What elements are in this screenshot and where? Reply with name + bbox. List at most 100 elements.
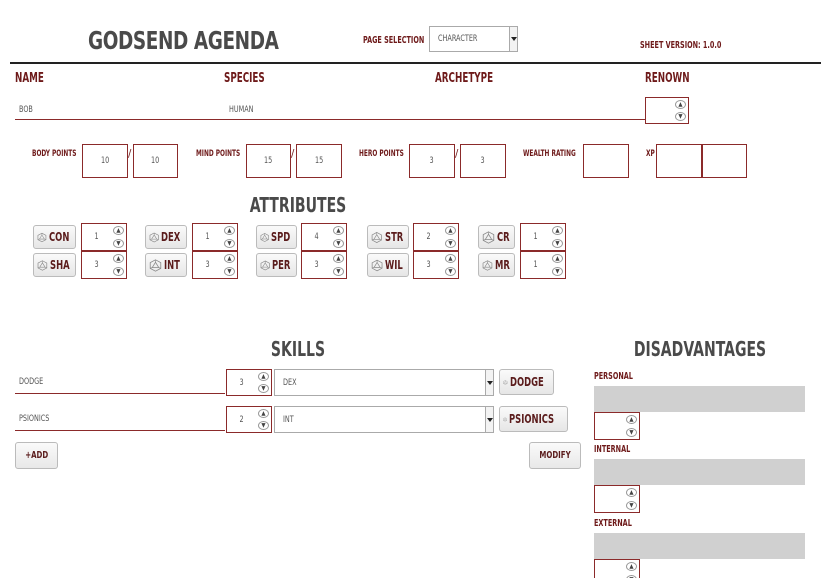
roll-per-button[interactable]: PER [256, 253, 297, 277]
modify-skills-button[interactable]: MODIFY [529, 442, 581, 469]
chevron-down-icon[interactable]: ▼ [113, 267, 124, 276]
attribute-sha-stepper[interactable]: 3 ▲ ▼ [81, 251, 127, 279]
attribute-str-stepper[interactable]: 2 ▲ ▼ [413, 223, 459, 251]
chevron-down-icon[interactable]: ▼ [224, 267, 235, 276]
attribute-con-stepper[interactable]: 1 ▲ ▼ [81, 223, 127, 251]
mind-points-max[interactable]: 15 [296, 144, 342, 178]
chevron-up-icon[interactable]: ▲ [333, 226, 344, 235]
species-field[interactable]: HUMAN [225, 100, 435, 120]
attribute-per-stepper[interactable]: 3 ▲ ▼ [301, 251, 347, 279]
chevron-up-icon[interactable]: ▲ [675, 100, 686, 109]
chevron-down-icon[interactable]: ▼ [333, 239, 344, 248]
disadvantage-internal-field[interactable] [594, 459, 805, 485]
chevron-down-icon[interactable]: ▼ [258, 384, 269, 393]
chevron-down-icon[interactable]: ▼ [333, 267, 344, 276]
chevron-up-icon[interactable]: ▲ [224, 254, 235, 263]
chevron-down-icon[interactable]: ▼ [626, 501, 637, 510]
skill-name-field[interactable]: DODGE [15, 369, 225, 394]
chevron-up-icon[interactable]: ▲ [626, 415, 637, 424]
disadvantage-external-label: EXTERNAL [594, 518, 632, 529]
chevron-up-icon[interactable]: ▲ [626, 562, 637, 571]
mind-points-current[interactable]: 15 [246, 144, 291, 178]
attribute-label: STR [384, 230, 403, 244]
attribute-sha-stepper-value: 3 [94, 260, 100, 270]
app-title: GODSEND AGENDA [88, 26, 279, 55]
hero-points-current-value: 3 [429, 156, 435, 166]
chevron-up-icon[interactable]: ▲ [224, 226, 235, 235]
roll-wil-button[interactable]: WIL [367, 253, 409, 277]
chevron-down-icon[interactable]: ▼ [552, 267, 563, 276]
chevron-up-icon[interactable]: ▲ [552, 226, 563, 235]
disadvantage-personal-field[interactable] [594, 386, 805, 412]
chevron-up-icon[interactable]: ▲ [113, 226, 124, 235]
roll-mr-button[interactable]: MR [478, 253, 515, 277]
body-points-current[interactable]: 10 [82, 144, 128, 178]
skill-attribute-dropdown[interactable]: INT [274, 406, 494, 433]
chevron-down-icon[interactable]: ▼ [445, 239, 456, 248]
chevron-up-icon[interactable]: ▲ [113, 254, 124, 263]
chevron-down-icon[interactable]: ▼ [675, 112, 686, 121]
disadvantages-title: DISADVANTAGES [633, 337, 767, 361]
roll-str-button[interactable]: STR [367, 225, 409, 249]
chevron-up-icon[interactable]: ▲ [626, 488, 637, 497]
page-selection-label: PAGE SELECTION [363, 35, 425, 46]
skill-name-field[interactable]: PSIONICS [15, 406, 225, 431]
archetype-field[interactable] [435, 100, 645, 120]
xp-max[interactable] [702, 144, 747, 178]
chevron-down-icon[interactable]: ▼ [113, 239, 124, 248]
chevron-down-icon[interactable]: ▼ [445, 267, 456, 276]
wealth-rating-field[interactable] [583, 144, 629, 178]
chevron-down-icon[interactable]: ▼ [224, 239, 235, 248]
attribute-cr-stepper[interactable]: 1 ▲ ▼ [520, 223, 566, 251]
skill-dodge-stepper[interactable]: 3 ▲ ▼ [226, 369, 272, 396]
archetype-label: ARCHETYPE [435, 71, 494, 86]
chevron-up-icon[interactable]: ▲ [445, 254, 456, 263]
roll-psionics-button[interactable]: PSIONICS [499, 406, 568, 432]
attribute-dex-stepper[interactable]: 1 ▲ ▼ [192, 223, 238, 251]
name-field[interactable]: BOB [15, 100, 225, 120]
attribute-label: DEX [161, 230, 181, 244]
attribute-label: SHA [49, 258, 70, 272]
roll-int-button[interactable]: INT [145, 253, 187, 277]
attribute-mr-stepper[interactable]: 1 ▲ ▼ [520, 251, 566, 279]
body-points-max[interactable]: 10 [133, 144, 178, 178]
chevron-up-icon[interactable]: ▲ [258, 409, 269, 418]
chevron-down-icon[interactable]: ▼ [626, 428, 637, 437]
chevron-up-icon[interactable]: ▲ [333, 254, 344, 263]
roll-con-button[interactable]: CON [33, 225, 76, 249]
hero-points-max[interactable]: 3 [460, 144, 506, 178]
roll-dex-button[interactable]: DEX [145, 225, 187, 249]
renown-label: RENOWN [645, 71, 690, 86]
xp-current[interactable] [656, 144, 702, 178]
roll-dodge-button[interactable]: DODGE [499, 369, 554, 395]
disadvantage-personal-label: PERSONAL [594, 371, 633, 382]
roll-cr-button[interactable]: CR [478, 225, 515, 249]
add-skill-button[interactable]: +ADD [15, 442, 58, 469]
disadvantage-internal-stepper[interactable]: ▲ ▼ [594, 485, 640, 513]
skill-attribute-dropdown[interactable]: DEX [274, 369, 494, 396]
chevron-up-icon[interactable]: ▲ [258, 372, 269, 381]
roll-spd-button[interactable]: SPD [256, 225, 297, 249]
chevron-down-icon[interactable]: ▼ [258, 421, 269, 430]
add-skill-label: +ADD [25, 450, 48, 461]
chevron-up-icon[interactable]: ▲ [552, 254, 563, 263]
attribute-wil-stepper[interactable]: 3 ▲ ▼ [413, 251, 459, 279]
d20-icon [149, 258, 162, 272]
disadvantage-personal-stepper[interactable]: ▲ ▼ [594, 412, 640, 440]
hero-points-label: HERO POINTS [359, 149, 404, 159]
mind-points-label: MIND POINTS [196, 149, 241, 159]
attribute-wil-stepper-value: 3 [426, 260, 432, 270]
d20-icon [260, 232, 269, 242]
roll-sha-button[interactable]: SHA [33, 253, 76, 277]
disadvantage-external-stepper[interactable]: ▲ ▼ [594, 559, 640, 578]
chevron-down-icon[interactable]: ▼ [552, 239, 563, 248]
attribute-spd-stepper[interactable]: 4 ▲ ▼ [301, 223, 347, 251]
hero-points-current[interactable]: 3 [409, 144, 455, 178]
skill-psionics-stepper[interactable]: 2 ▲ ▼ [226, 406, 272, 433]
disadvantage-external-field[interactable] [594, 533, 805, 559]
d20-icon [260, 260, 270, 270]
chevron-up-icon[interactable]: ▲ [445, 226, 456, 235]
attribute-int-stepper[interactable]: 3 ▲ ▼ [192, 251, 238, 279]
renown-stepper[interactable]: ▲ ▼ [645, 97, 689, 124]
page-selection-dropdown[interactable]: CHARACTER [429, 26, 518, 52]
